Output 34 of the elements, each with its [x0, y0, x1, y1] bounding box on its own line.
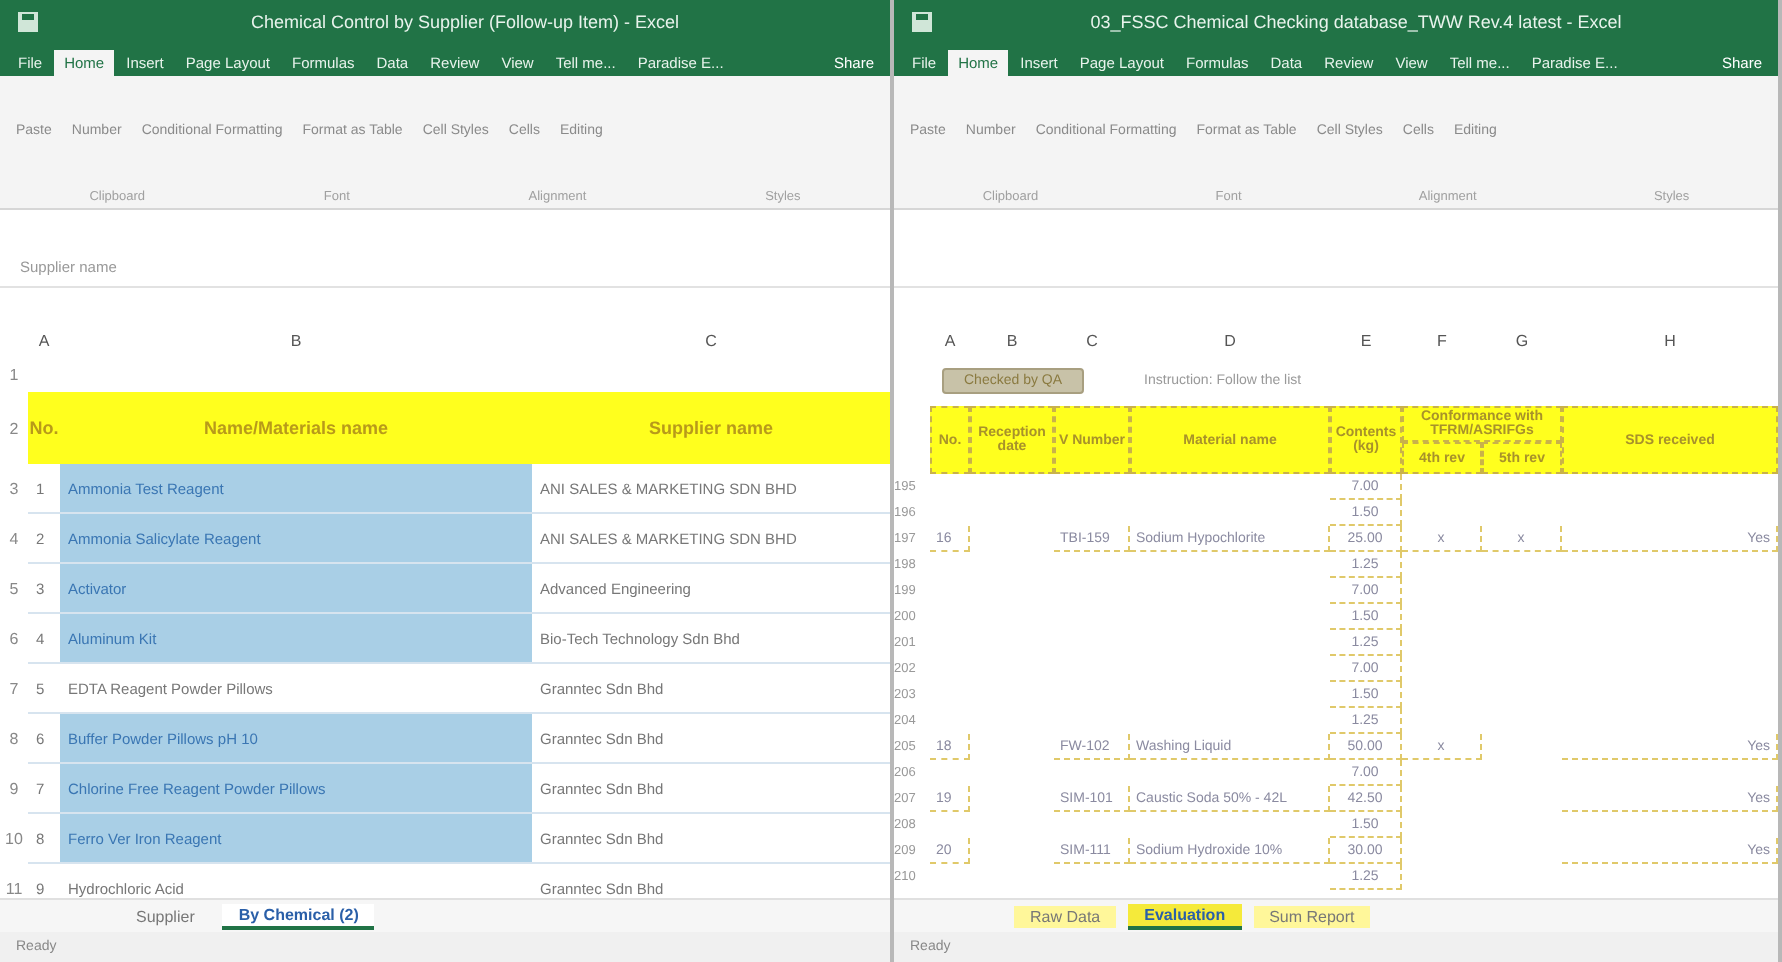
row-number[interactable]: 11	[0, 864, 28, 898]
row-number[interactable]: 2	[0, 392, 28, 464]
header-cell: No.	[28, 392, 60, 464]
header-cell: Name/Materials name	[60, 392, 532, 464]
sheet-tab[interactable]: Evaluation	[1128, 903, 1242, 929]
column-header[interactable]: B	[60, 328, 532, 356]
save-icon[interactable]	[910, 10, 934, 34]
row-number[interactable]: 8	[0, 714, 28, 762]
row-number[interactable]: 4	[0, 514, 28, 562]
column-header[interactable]: A	[28, 328, 60, 356]
window-title: Chemical Control by Supplier (Follow-up Item) - Excel	[248, 12, 682, 32]
window-title: 03_FSSC Chemical Checking database_TWW Rev.4 latest - Excel	[1088, 12, 1624, 32]
row-number[interactable]: 6	[0, 614, 28, 662]
row-number[interactable]: 7	[0, 664, 28, 712]
column-header[interactable]: G	[1482, 328, 1562, 356]
sheet-tab[interactable]: Sum Report	[1253, 905, 1371, 927]
column-header[interactable]: C	[1054, 328, 1130, 356]
sheet-tab[interactable]: By Chemical (2)	[222, 903, 375, 929]
column-header[interactable]: D	[1130, 328, 1330, 356]
row-number[interactable]: 10	[0, 814, 28, 862]
row-number[interactable]: 5	[0, 564, 28, 612]
row-number[interactable]: 9	[0, 764, 28, 812]
header-cell: Supplier name	[532, 392, 890, 464]
sheet-tab[interactable]: Supplier	[120, 905, 211, 927]
column-header[interactable]: C	[532, 328, 890, 356]
column-header[interactable]: F	[1402, 328, 1482, 356]
column-header[interactable]: A	[930, 328, 970, 356]
row-number[interactable]: 1	[0, 356, 28, 392]
sheet-tab[interactable]: Raw Data	[1014, 905, 1117, 927]
save-icon[interactable]	[16, 10, 40, 34]
row-number[interactable]: 3	[0, 464, 28, 512]
column-header[interactable]: H	[1562, 328, 1778, 356]
column-header[interactable]: E	[1330, 328, 1402, 356]
column-header[interactable]: B	[970, 328, 1054, 356]
